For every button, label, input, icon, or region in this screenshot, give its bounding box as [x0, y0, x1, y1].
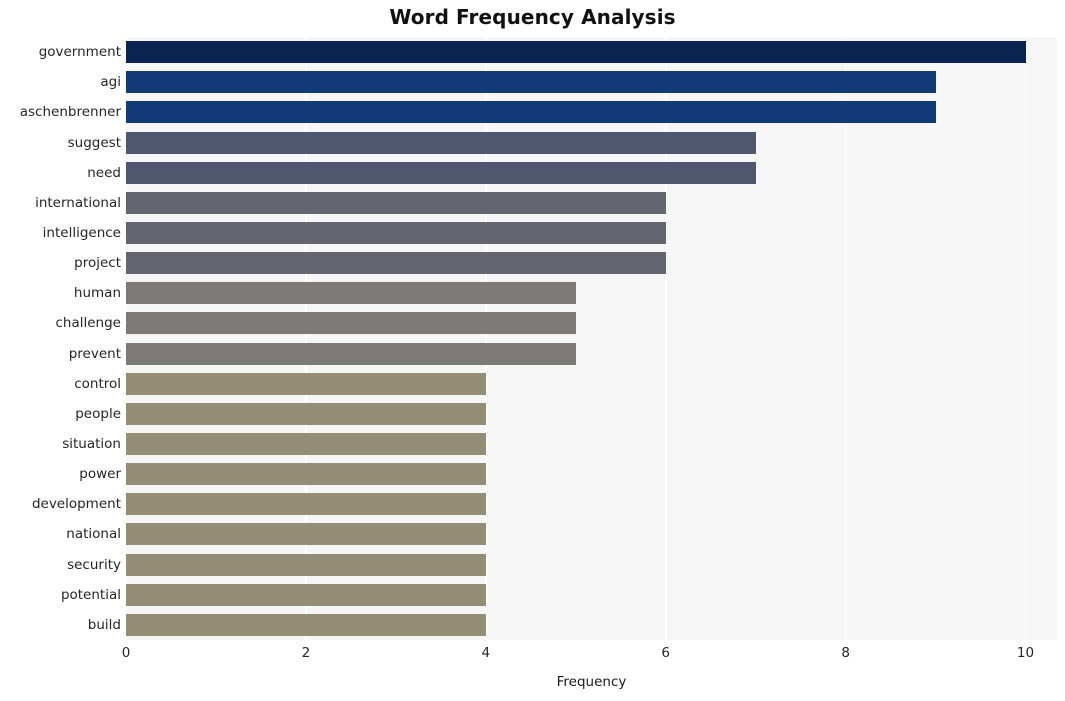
bar: [126, 191, 666, 214]
bar: [126, 161, 756, 184]
y-tick-label: international: [35, 194, 121, 211]
x-tick-label: 4: [481, 645, 491, 661]
y-tick-label: security: [67, 556, 121, 573]
y-tick-label: prevent: [68, 345, 121, 362]
bar: [126, 433, 486, 456]
chart-figure: Word Frequency Analysis government agi asc…: [0, 0, 1065, 701]
gridline-x-2: [305, 37, 307, 640]
y-tick-label: human: [73, 285, 121, 302]
y-tick-label: control: [74, 375, 121, 392]
bar: [126, 282, 576, 305]
bar: [126, 71, 936, 94]
y-axis-tick-labels: government agi aschenbrenner suggest need int…: [0, 37, 121, 640]
bar: [126, 312, 576, 335]
bar: [126, 342, 576, 365]
bar: [126, 463, 486, 486]
chart-title: Word Frequency Analysis: [389, 5, 676, 29]
y-tick-label: project: [74, 255, 121, 272]
x-tick-label: 8: [841, 645, 850, 661]
bar: [126, 613, 486, 636]
x-tick-label: 2: [301, 645, 311, 661]
bar: [126, 221, 666, 244]
bar: [126, 252, 666, 275]
gridline-x-4: [485, 37, 487, 640]
bar: [126, 553, 486, 576]
x-tick-label: 6: [661, 645, 670, 661]
y-tick-label: people: [75, 405, 121, 422]
bar: [126, 101, 936, 124]
y-tick-label: power: [79, 466, 121, 483]
plot-area: [126, 37, 1057, 640]
y-tick-label: aschenbrenner: [19, 104, 121, 121]
gridline-x-6: [664, 37, 667, 640]
y-tick-label: suggest: [67, 134, 121, 151]
y-tick-label: development: [31, 496, 121, 513]
gridline-x-8: [844, 37, 847, 640]
gridline-x-10: [1024, 37, 1027, 640]
bar: [126, 41, 1026, 64]
y-tick-label: intelligence: [42, 224, 121, 241]
bar: [126, 523, 486, 546]
y-tick-label: need: [87, 164, 121, 181]
x-axis-label: Frequency: [556, 674, 627, 690]
y-tick-label: government: [38, 44, 121, 61]
x-tick-label: 10: [1016, 645, 1035, 661]
bar: [126, 402, 486, 425]
y-tick-label: potential: [60, 586, 121, 603]
y-tick-label: agi: [100, 74, 121, 91]
bar: [126, 131, 756, 154]
y-tick-label: national: [66, 526, 121, 543]
bar: [126, 493, 486, 516]
bar: [126, 583, 486, 606]
y-tick-label: challenge: [55, 315, 122, 332]
bar: [126, 372, 486, 395]
y-tick-label: build: [87, 616, 121, 633]
x-axis-tick-labels: 0 2 4 6 8 10: [122, 645, 1057, 667]
gridline-x-0: [126, 37, 127, 640]
y-tick-label: situation: [62, 436, 121, 453]
x-tick-label: 0: [121, 645, 131, 661]
